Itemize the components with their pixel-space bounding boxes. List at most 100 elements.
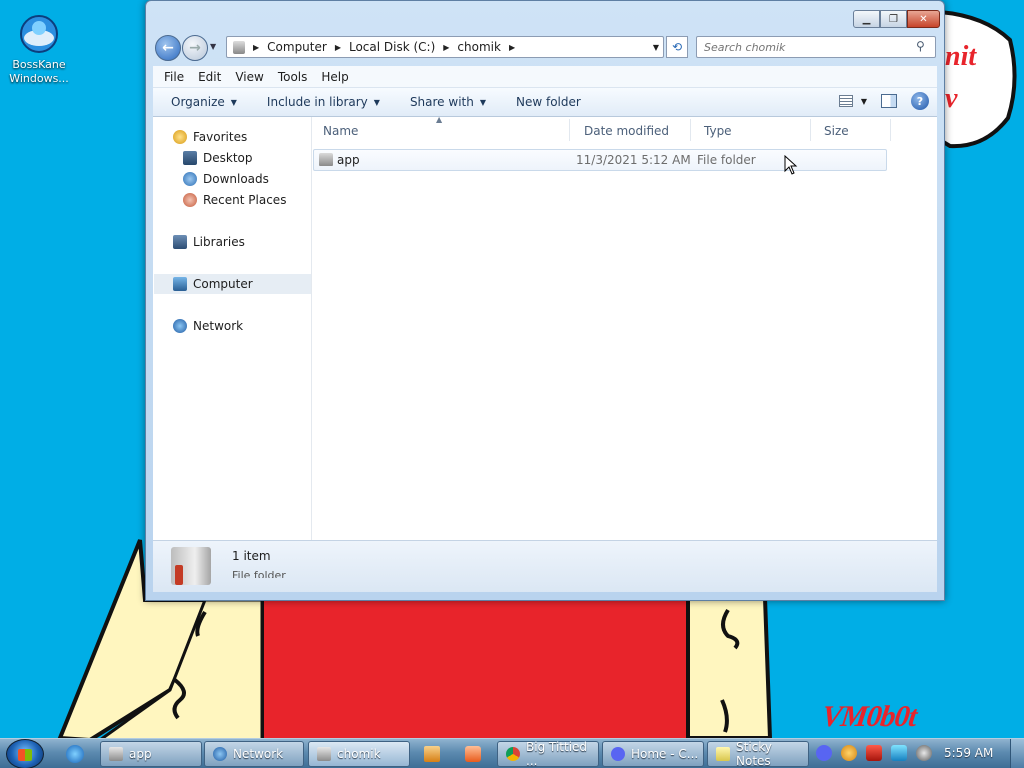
minimize-button[interactable]: ▁ xyxy=(853,10,880,28)
refresh-button[interactable]: ⟲ xyxy=(666,36,688,58)
mouse-cursor-icon xyxy=(784,155,798,175)
organize-button[interactable]: Organize ▼ xyxy=(171,95,237,109)
taskbar-item-network[interactable]: Network xyxy=(204,741,304,767)
change-view-button[interactable]: ▼ xyxy=(838,95,867,107)
back-button[interactable]: ← xyxy=(155,35,181,61)
include-in-library-button[interactable]: Include in library ▼ xyxy=(267,95,380,109)
internet-explorer-icon[interactable] xyxy=(66,745,84,763)
file-type: File folder xyxy=(697,153,756,167)
folder-icon xyxy=(171,547,211,585)
discord-tray-icon[interactable] xyxy=(816,745,832,761)
details-view-icon xyxy=(838,95,853,107)
menu-view[interactable]: View xyxy=(234,70,270,84)
menu-file[interactable]: File xyxy=(163,70,191,84)
nav-libraries-label: Libraries xyxy=(193,235,245,249)
sort-ascending-icon: ▲ xyxy=(436,115,443,124)
nav-computer[interactable]: Computer xyxy=(154,274,311,294)
help-icon[interactable]: ? xyxy=(911,92,929,110)
maximize-button[interactable]: ❐ xyxy=(880,10,907,28)
flag-tray-icon[interactable] xyxy=(866,745,882,761)
item-type: File folder xyxy=(232,569,286,578)
folder-icon xyxy=(317,747,331,761)
refresh-icon: ⟲ xyxy=(671,40,683,54)
forward-arrow-icon: → xyxy=(189,40,201,56)
taskbar-item-chrome[interactable]: Big Tittied ... xyxy=(497,740,599,768)
column-divider[interactable] xyxy=(890,119,891,141)
taskbar-item-sticky-notes[interactable]: Sticky Notes xyxy=(707,740,809,768)
column-type[interactable]: Type xyxy=(704,124,732,138)
breadcrumb-separator-icon[interactable]: ▶ xyxy=(253,43,259,52)
nav-network[interactable]: Network xyxy=(173,316,243,336)
file-date-modified: 11/3/2021 5:12 AM xyxy=(576,153,691,167)
column-divider[interactable] xyxy=(690,119,691,141)
nav-favorites-label: Favorites xyxy=(193,130,248,144)
breadcrumb-computer[interactable]: Computer xyxy=(267,40,327,54)
address-dropdown-icon[interactable]: ▼ xyxy=(653,43,659,52)
explorer-window[interactable]: ▁ ❐ ✕ ← → ▼ ▶ Computer ▶ Local Disk (C:)… xyxy=(145,0,945,601)
globe-icon xyxy=(17,12,61,56)
nav-favorites[interactable]: Favorites xyxy=(173,127,247,147)
breadcrumb-separator-icon[interactable]: ▶ xyxy=(335,43,341,52)
breadcrumb-chomik[interactable]: chomik xyxy=(457,40,501,54)
column-headers: ▲ Name Date modified Type Size xyxy=(313,115,933,143)
new-folder-label: New folder xyxy=(516,95,581,109)
address-bar[interactable]: ▶ Computer ▶ Local Disk (C:) ▶ chomik ▶ … xyxy=(226,36,664,58)
search-input[interactable] xyxy=(696,36,936,58)
column-divider[interactable] xyxy=(810,119,811,141)
menu-tools[interactable]: Tools xyxy=(277,70,315,84)
network-icon xyxy=(173,319,187,333)
wallpaper-signature: VM0b0t xyxy=(819,700,919,733)
forward-button[interactable]: → xyxy=(182,35,208,61)
share-with-button[interactable]: Share with ▼ xyxy=(410,95,486,109)
start-button[interactable] xyxy=(6,739,44,768)
menu-help[interactable]: Help xyxy=(320,70,355,84)
breadcrumb-local-disk[interactable]: Local Disk (C:) xyxy=(349,40,435,54)
taskbar-item-label: Sticky Notes xyxy=(736,740,772,768)
recent-pages-dropdown[interactable]: ▼ xyxy=(210,42,216,51)
column-divider[interactable] xyxy=(569,119,570,141)
pinned-app-icon[interactable] xyxy=(465,746,481,762)
network-icon xyxy=(213,747,227,761)
navigation-pane: Favorites Desktop Downloads Recent Place… xyxy=(153,117,312,540)
display-tray-icon[interactable] xyxy=(891,745,907,761)
column-size[interactable]: Size xyxy=(824,124,849,138)
taskbar-item-app[interactable]: app xyxy=(100,741,202,767)
menu-edit[interactable]: Edit xyxy=(197,70,228,84)
chevron-down-icon: ▼ xyxy=(373,97,380,107)
search-icon[interactable]: ⚲ xyxy=(916,39,930,53)
taskbar-item-label: Network xyxy=(233,747,284,761)
new-folder-button[interactable]: New folder xyxy=(516,95,581,109)
desktop-icon-label: BossKane xyxy=(12,58,66,71)
taskbar-item-label: Home - C... xyxy=(631,747,699,761)
close-button[interactable]: ✕ xyxy=(907,10,940,28)
folder-icon xyxy=(319,153,333,166)
taskbar: app Network chomik Big Tittied ... Home … xyxy=(0,738,1024,768)
organize-label: Organize xyxy=(171,95,225,109)
taskbar-item-chomik[interactable]: chomik xyxy=(308,741,410,767)
taskbar-item-label: chomik xyxy=(337,747,381,761)
clock[interactable]: 5:59 AM xyxy=(944,746,993,760)
nav-desktop-label: Desktop xyxy=(203,151,253,165)
desktop-icon-bosskane[interactable]: BossKane Windows... xyxy=(4,12,74,86)
volume-tray-icon[interactable] xyxy=(916,745,932,761)
taskbar-item-discord[interactable]: Home - C... xyxy=(602,741,704,767)
column-name[interactable]: Name xyxy=(323,124,358,138)
preview-pane-icon[interactable] xyxy=(881,94,897,108)
breadcrumb-separator-icon[interactable]: ▶ xyxy=(509,43,515,52)
nav-libraries[interactable]: Libraries xyxy=(173,232,245,252)
show-desktop-button[interactable] xyxy=(1010,739,1024,768)
nav-desktop[interactable]: Desktop xyxy=(183,148,253,168)
nav-downloads[interactable]: Downloads xyxy=(183,169,269,189)
file-row[interactable]: app 11/3/2021 5:12 AM File folder xyxy=(313,149,887,171)
system-tray xyxy=(816,745,932,761)
media-player-icon[interactable] xyxy=(424,746,440,762)
nav-recent-places[interactable]: Recent Places xyxy=(183,190,286,210)
search-tray-icon[interactable] xyxy=(841,745,857,761)
details-pane: 1 item File folder xyxy=(153,540,937,592)
recent-places-icon xyxy=(183,193,197,207)
column-date-modified[interactable]: Date modified xyxy=(584,124,669,138)
nav-network-label: Network xyxy=(193,319,244,333)
nav-recent-places-label: Recent Places xyxy=(203,193,287,207)
chevron-down-icon: ▼ xyxy=(479,97,486,107)
breadcrumb-separator-icon[interactable]: ▶ xyxy=(443,43,449,52)
